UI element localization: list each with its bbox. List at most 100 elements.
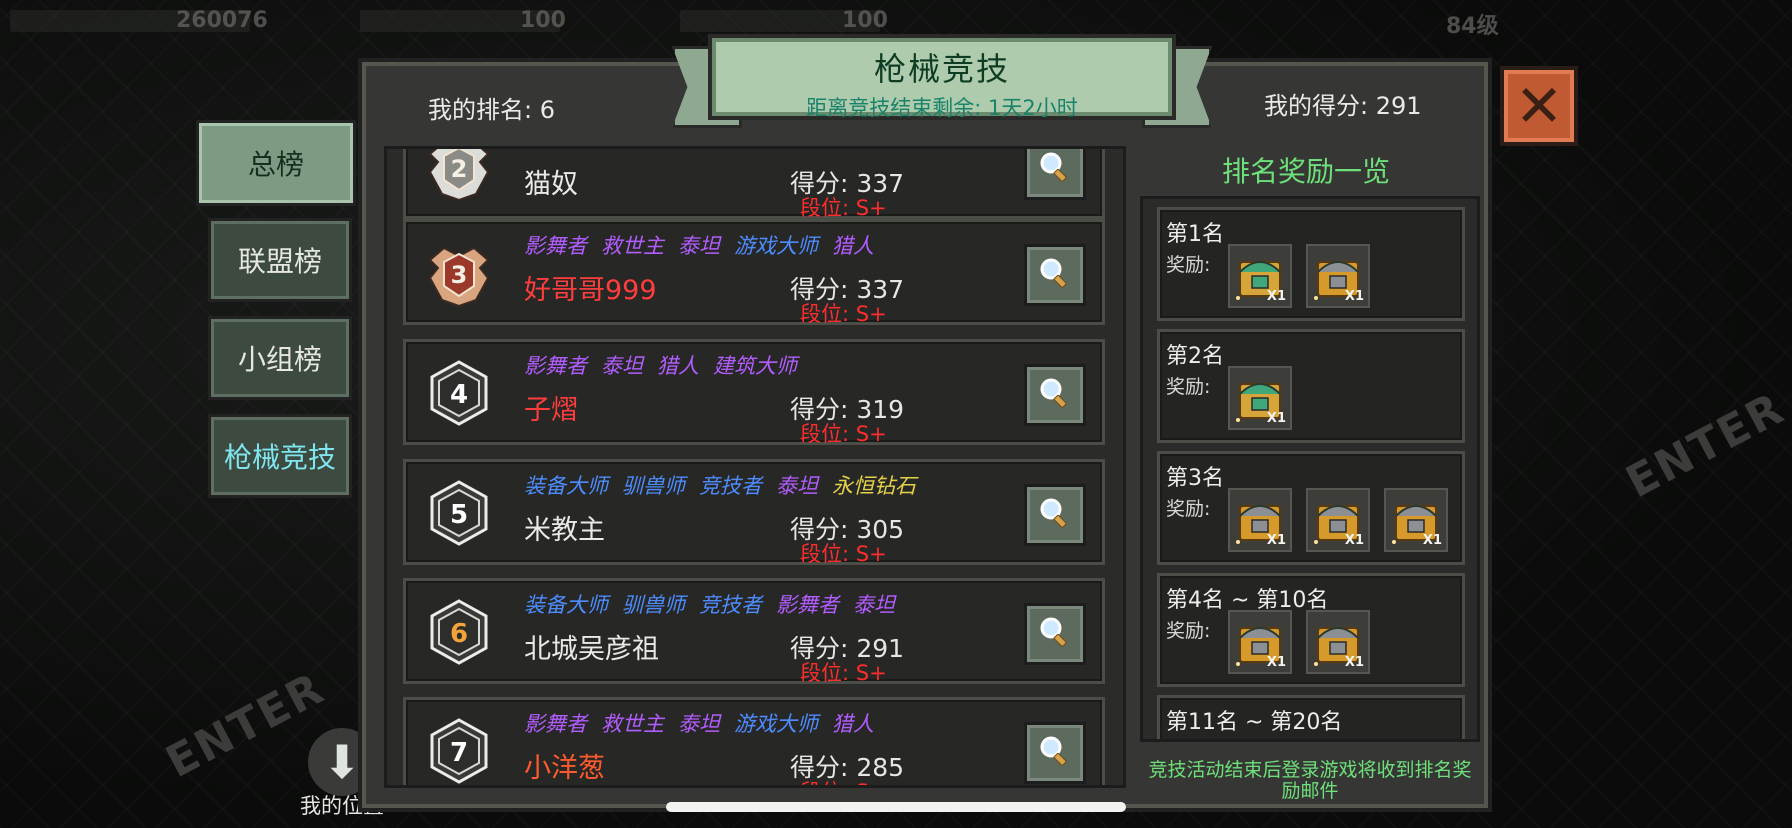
item-quantity: X1 [1266, 411, 1286, 426]
player-titles: 影舞者 泰坦 猎人 建筑大师 [524, 350, 811, 380]
gold-chest-icon[interactable]: X1 [1306, 610, 1370, 674]
reward-list[interactable]: 第1名 奖励: X1 X1 第2名 奖励: X1 第3名 奖励: X1 X1 X1 第4名 ~ 第10名… [1140, 196, 1480, 742]
magnifier-icon [1038, 376, 1072, 414]
ranking-row[interactable]: 5 装备大师 驯兽师 竞技者 泰坦 永恒钻石 米教主 得分: 305 段位: S+ [403, 459, 1105, 566]
player-name: 好哥哥999 [524, 275, 657, 306]
item-quantity: X1 [1344, 655, 1364, 670]
reward-tier-card: 第2名奖励: X1 [1157, 329, 1465, 443]
home-indicator[interactable] [666, 802, 1126, 812]
title-tag: 驯兽师 [622, 474, 685, 498]
title-tag: 建筑大师 [713, 354, 797, 378]
reward-tier-card: 第4名 ~ 第10名 奖励: X1 X1 [1157, 573, 1465, 687]
gold-chest-icon[interactable]: X1 [1228, 610, 1292, 674]
gold-chest-icon[interactable]: X1 [1306, 244, 1370, 308]
title-tag: 泰坦 [776, 474, 818, 498]
countdown: 距离竞技结束剩余: 1天2小时 [806, 96, 1078, 120]
title-tag: 影舞者 [776, 593, 839, 617]
hud-level: 84级 [1446, 14, 1499, 39]
player-name: 米教主 [524, 515, 605, 546]
item-quantity: X1 [1266, 533, 1286, 548]
title-banner: 枪械竞技 距离竞技结束剩余: 1天2小时 [708, 34, 1176, 120]
reward-label: 奖励: [1166, 376, 1211, 398]
title-tag: 竞技者 [699, 593, 762, 617]
gold-chest-icon[interactable]: X1 [1384, 488, 1448, 552]
ranking-row[interactable]: 6 装备大师 驯兽师 竞技者 影舞者 泰坦 北城吴彦祖 得分: 291 段位: S+ [403, 578, 1105, 685]
player-tier: 段位: S+ [800, 661, 887, 685]
player-tier: 段位: S+ [800, 776, 887, 785]
tab-group[interactable]: 小组榜 [208, 316, 352, 400]
player-tier: 段位: S+ [800, 196, 887, 220]
title-tag: 泰坦 [601, 354, 643, 378]
player-titles: 装备大师 驯兽师 竞技者 影舞者 泰坦 [524, 589, 909, 619]
svg-text:4: 4 [450, 380, 468, 410]
title-tag: 永恒钻石 [832, 474, 916, 498]
ranking-row[interactable]: 7影舞者救世主泰坦游戏大师猎人小洋葱得分: 285段位: S+ [403, 697, 1105, 785]
title-tag: 救世主 [601, 234, 664, 258]
player-tier: 段位: S+ [800, 542, 887, 566]
inspect-button[interactable] [1024, 244, 1086, 306]
reward-tier-card: 第1名 奖励: X1 X1 [1157, 207, 1465, 321]
title-tag: 竞技者 [699, 474, 762, 498]
title-tag: 游戏大师 [734, 234, 818, 258]
green-chest-icon[interactable]: X1 [1228, 366, 1292, 430]
svg-text:7: 7 [450, 738, 468, 768]
title-tag: 猎人 [832, 234, 874, 258]
ranking-row[interactable]: 3 影舞者 救世主 泰坦 游戏大师 猎人 好哥哥999 得分: 337 段位: S+ [403, 219, 1105, 326]
inspect-button[interactable] [1024, 149, 1086, 200]
hud-value: 260076 [176, 8, 268, 33]
reward-note: 竞技活动结束后登录游戏将收到排名奖励邮件 [1148, 759, 1472, 802]
ranking-list[interactable]: 2 猫奴 得分: 337 段位: S+ 3 影舞者 救世主 泰坦 游戏大师 猎人 好哥哥999 得分:… [384, 146, 1126, 788]
title-tag: 影舞者 [524, 354, 587, 378]
player-name: 小洋葱 [524, 753, 605, 784]
reward-label: 奖励: [1166, 498, 1211, 520]
rank-badge-icon: 6 [424, 597, 494, 667]
inspect-button[interactable] [1024, 603, 1086, 665]
rank-badge-icon: 4 [424, 358, 494, 428]
inspect-button[interactable] [1024, 364, 1086, 426]
item-quantity: X1 [1266, 289, 1286, 304]
player-name: 子熠 [524, 395, 578, 426]
rank-badge-icon: 3 [424, 238, 494, 308]
ranking-row[interactable]: 2 猫奴 得分: 337 段位: S+ [403, 149, 1105, 220]
player-titles: 影舞者 救世主 泰坦 游戏大师 猎人 [524, 230, 888, 260]
magnifier-icon [1038, 734, 1072, 772]
reward-tier-name: 第3名 [1166, 466, 1224, 491]
player-tier: 段位: S+ [800, 302, 887, 326]
item-quantity: X1 [1344, 533, 1364, 548]
ranking-row[interactable]: 4 影舞者 泰坦 猎人 建筑大师 子熠 得分: 319 段位: S+ [403, 339, 1105, 446]
reward-label: 奖励: [1166, 620, 1211, 642]
title-tag: 装备大师 [524, 593, 608, 617]
reward-tier-name: 第11名 ~ 第20名 [1166, 710, 1343, 735]
player-titles: 装备大师 驯兽师 竞技者 泰坦 永恒钻石 [524, 470, 930, 500]
title-tag: 泰坦 [853, 593, 895, 617]
title-tag: 驯兽师 [622, 593, 685, 617]
item-quantity: X1 [1344, 289, 1364, 304]
svg-text:2: 2 [451, 155, 468, 183]
rank-badge-icon: 5 [424, 478, 494, 548]
green-chest-icon[interactable]: X1 [1228, 244, 1292, 308]
close-button[interactable]: ✕ [1500, 66, 1578, 146]
magnifier-icon [1038, 256, 1072, 294]
tab-overall[interactable]: 总榜 [196, 120, 356, 206]
inspect-button[interactable] [1024, 484, 1086, 546]
svg-text:3: 3 [451, 261, 468, 289]
page-title: 枪械竞技 [873, 50, 1010, 88]
hud-value: 100 [842, 8, 888, 33]
gold-chest-icon[interactable]: X1 [1228, 488, 1292, 552]
reward-tier-name: 第1名 [1166, 222, 1224, 247]
magnifier-icon [1038, 150, 1072, 188]
gold-chest-icon[interactable]: X1 [1306, 488, 1370, 552]
reward-title: 排名奖励一览 [1222, 155, 1391, 188]
reward-tier-card: 第11名 ~ 第20名 [1157, 695, 1465, 739]
item-quantity: X1 [1266, 655, 1286, 670]
title-tag: 猎人 [657, 354, 699, 378]
title-tag: 影舞者 [524, 712, 587, 736]
reward-tier-name: 第2名 [1166, 344, 1224, 369]
svg-text:5: 5 [450, 500, 468, 530]
title-tag: 泰坦 [678, 712, 720, 736]
svg-text:6: 6 [450, 619, 468, 649]
player-name: 猫奴 [524, 169, 578, 200]
tab-gun-arena[interactable]: 枪械竞技 [208, 414, 352, 498]
inspect-button[interactable] [1024, 722, 1086, 784]
tab-alliance[interactable]: 联盟榜 [208, 218, 352, 302]
